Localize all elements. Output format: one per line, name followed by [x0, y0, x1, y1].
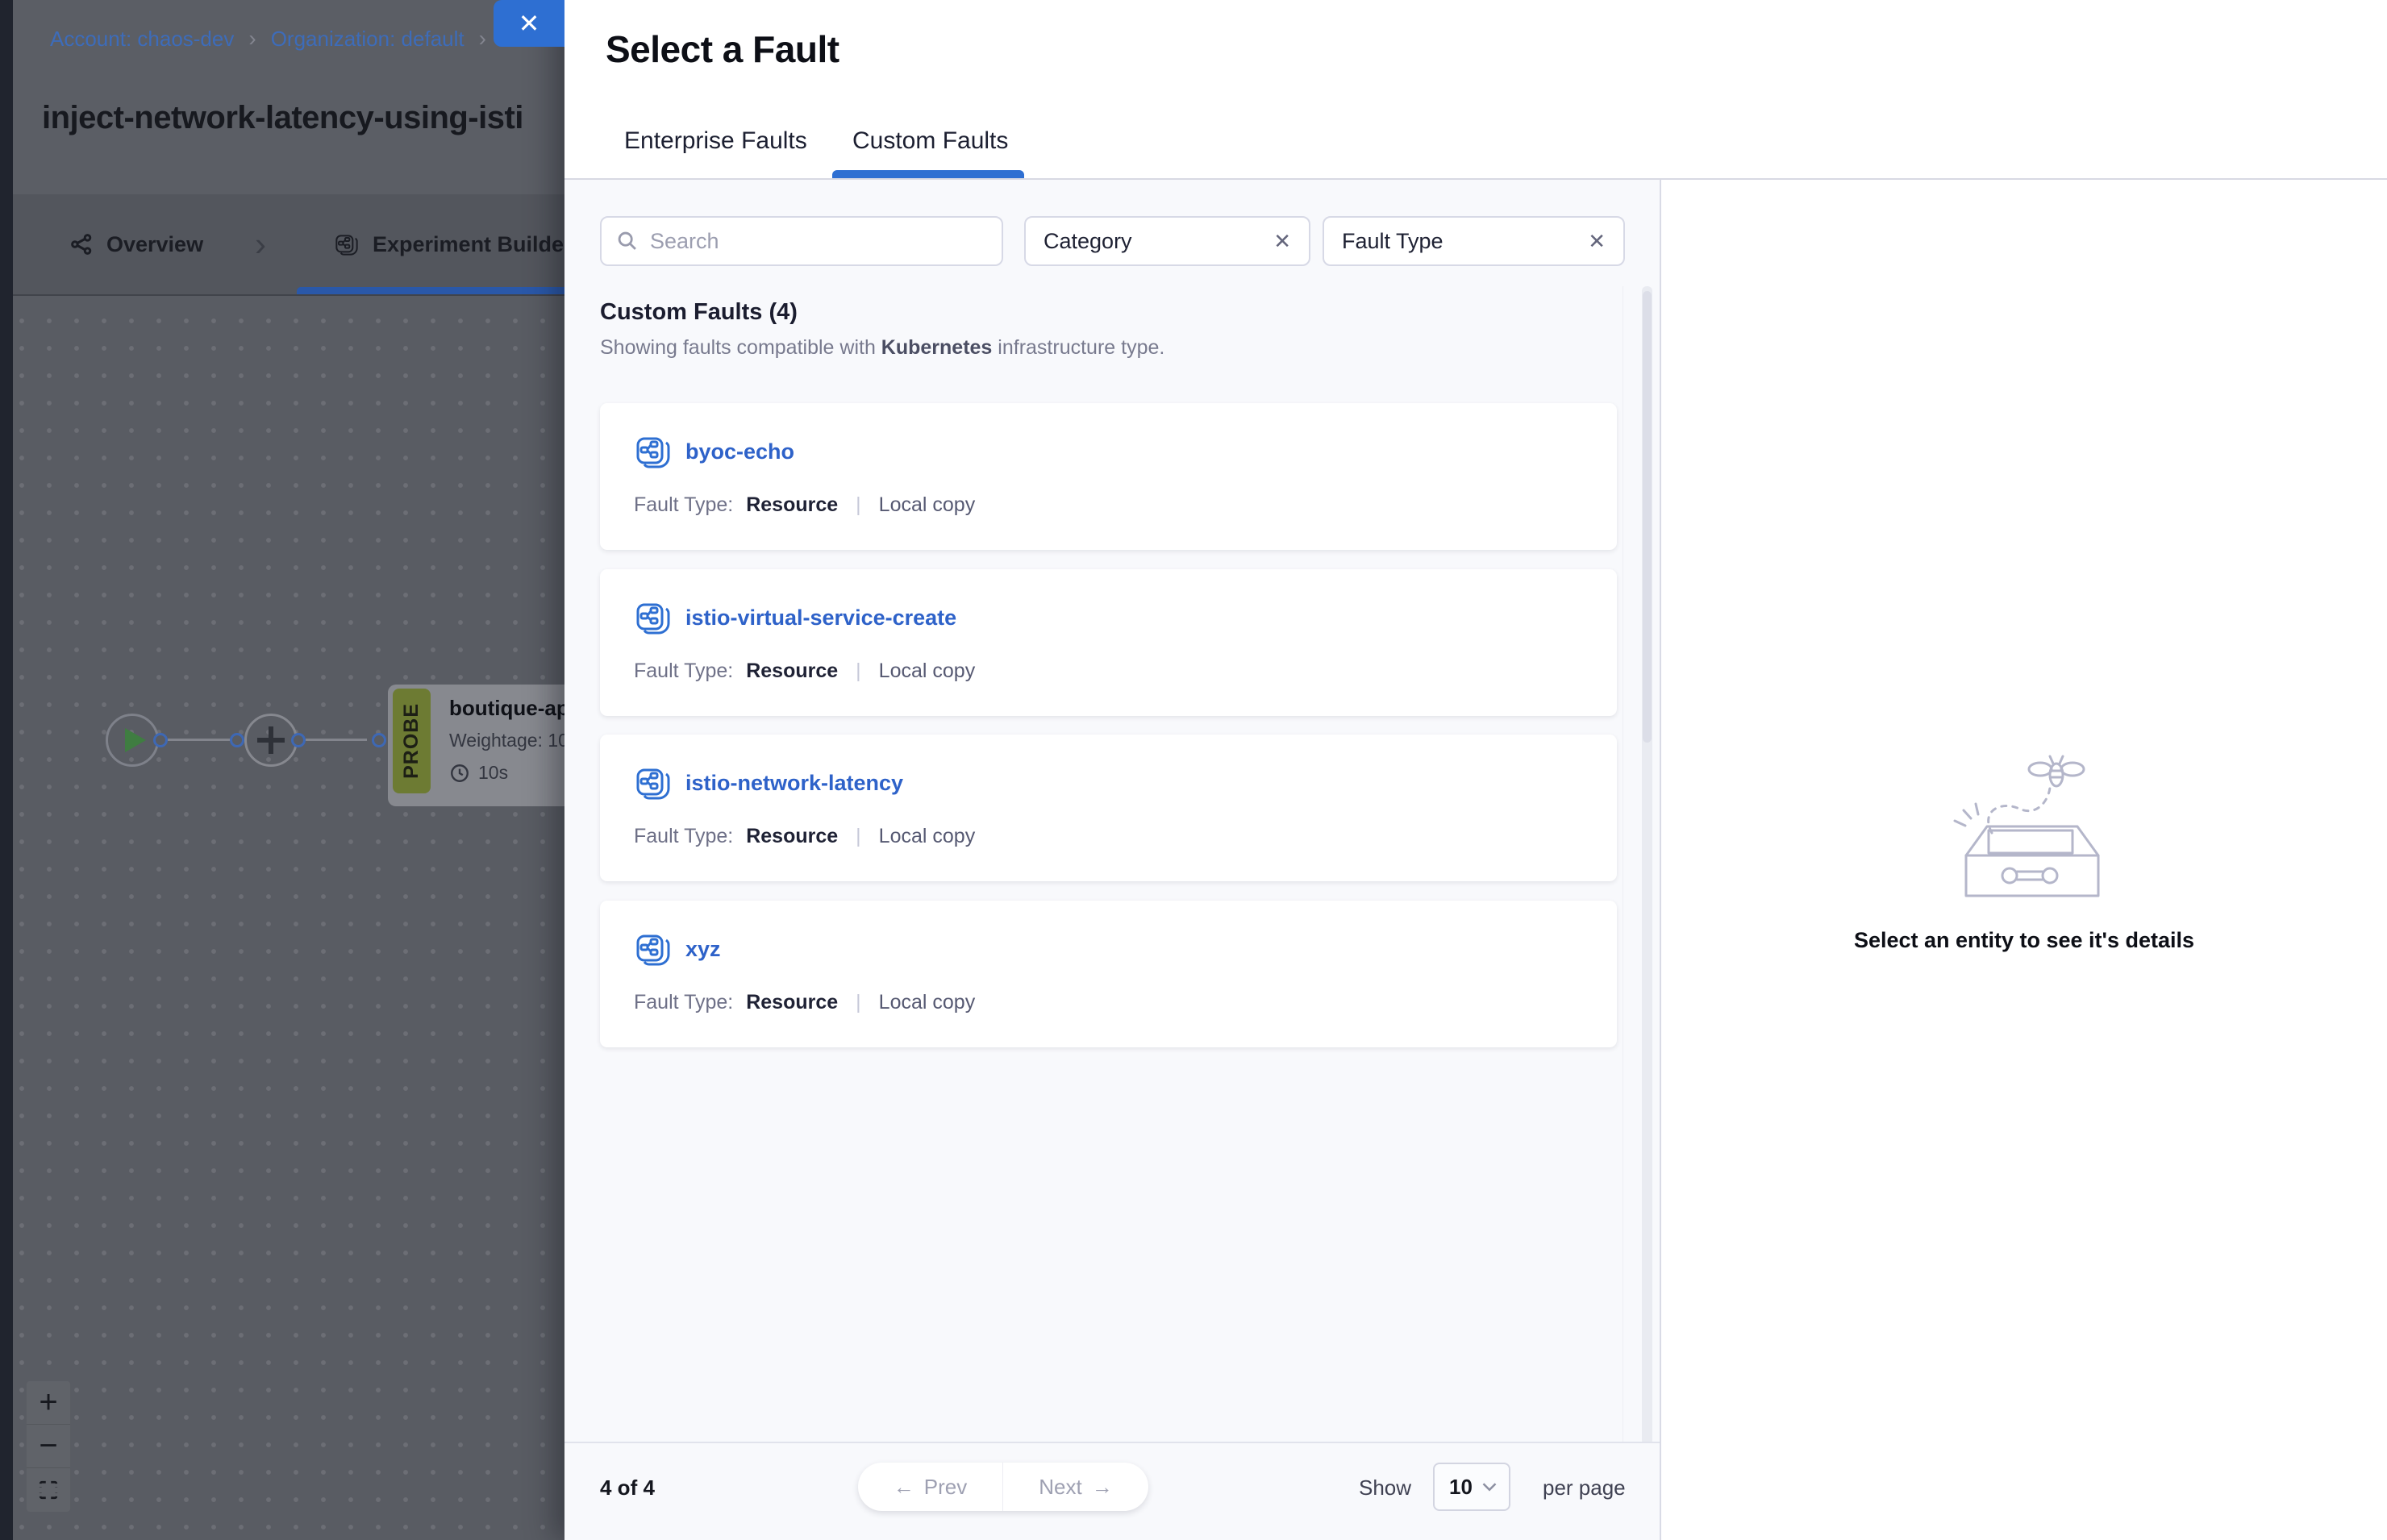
fault-name-link[interactable]: istio-virtual-service-create: [685, 606, 956, 631]
filter-fault-type-label: Fault Type: [1342, 229, 1443, 254]
plus-icon: [269, 726, 273, 754]
active-tab-underline: [297, 287, 577, 294]
arrow-left-icon: ←: [894, 1475, 914, 1500]
active-tab-underline: [832, 170, 1024, 178]
connector-line: [168, 739, 232, 741]
fault-meta: Fault Type:Resource|Local copy: [634, 493, 975, 517]
tab-overview[interactable]: Overview: [69, 194, 203, 294]
next-page-button[interactable]: Next →: [1003, 1463, 1148, 1511]
experiment-title: inject-network-latency-using-isti: [42, 100, 570, 136]
empty-box-illustration: [1935, 744, 2113, 905]
connector-endpoint: [372, 733, 386, 747]
connector-line: [306, 739, 367, 741]
scrollbar-thumb[interactable]: [1643, 291, 1652, 743]
chevron-right-icon: ›: [255, 194, 266, 294]
tab-experiment-builder[interactable]: Experiment Builder: [334, 194, 573, 294]
page-size-value: 10: [1449, 1475, 1473, 1500]
clear-filter-icon[interactable]: ✕: [1588, 229, 1606, 254]
tab-enterprise-faults[interactable]: Enterprise Faults: [624, 127, 807, 169]
fault-meta: Fault Type:Resource|Local copy: [634, 991, 975, 1014]
search-field: [600, 216, 1003, 266]
tab-experiment-builder-label: Experiment Builder: [373, 232, 573, 257]
fault-icon: [634, 598, 673, 637]
select-fault-drawer: ✕ Select a Fault Enterprise Faults Custo…: [564, 0, 2387, 1540]
tab-custom-faults[interactable]: Custom Faults: [852, 127, 1008, 169]
breadcrumb-separator: ›: [479, 26, 486, 52]
empty-state-text: Select an entity to see it's details: [1854, 928, 2194, 953]
scrollbar-track[interactable]: [1642, 286, 1652, 1445]
clock-icon: [449, 763, 470, 784]
fault-icon: [634, 432, 673, 471]
fullscreen-button[interactable]: [27, 1468, 70, 1512]
show-label: Show: [1359, 1475, 1411, 1500]
tab-overview-label: Overview: [106, 232, 203, 257]
per-page-label: per page: [1543, 1475, 1626, 1500]
breadcrumb-separator: ›: [248, 26, 256, 52]
fault-icon: [634, 930, 673, 968]
page-size-select[interactable]: 10: [1433, 1463, 1510, 1511]
list-subtitle: Showing faults compatible with Kubernete…: [600, 336, 1164, 360]
close-icon: ✕: [519, 8, 540, 39]
filter-category[interactable]: Category ✕: [1024, 216, 1310, 266]
connector-endpoint: [230, 733, 244, 747]
connector-endpoint: [153, 733, 168, 747]
fault-card[interactable]: istio-network-latency Fault Type:Resourc…: [600, 735, 1617, 881]
fault-card[interactable]: byoc-echo Fault Type:Resource|Local copy: [600, 403, 1617, 550]
drawer-title: Select a Fault: [606, 27, 839, 71]
clear-filter-icon[interactable]: ✕: [1273, 229, 1291, 254]
probe-badge: PROBE: [393, 689, 431, 793]
filter-fault-type[interactable]: Fault Type ✕: [1323, 216, 1625, 266]
pagination-bar: 4 of 4 ← Prev Next → Show 10: [564, 1442, 1660, 1540]
search-icon: [616, 230, 639, 252]
node-name: boutique-ap: [449, 696, 569, 721]
prev-page-button[interactable]: ← Prev: [858, 1463, 1003, 1511]
canvas-zoom-controls: + −: [27, 1381, 70, 1512]
play-icon: [125, 728, 146, 752]
search-input[interactable]: [650, 229, 987, 254]
pager: ← Prev Next →: [858, 1463, 1148, 1511]
overview-icon: [69, 232, 94, 256]
fault-name-link[interactable]: xyz: [685, 937, 721, 962]
node-weightage: Weightage: 10: [449, 730, 569, 751]
add-step-button[interactable]: [244, 714, 298, 767]
fault-name-link[interactable]: istio-network-latency: [685, 771, 903, 796]
left-nav-rail: [0, 0, 13, 1540]
arrow-right-icon: →: [1092, 1475, 1113, 1500]
close-button[interactable]: ✕: [494, 0, 564, 47]
screen: Account: chaos-dev › Organization: defau…: [0, 0, 2387, 1540]
breadcrumb: Account: chaos-dev › Organization: defau…: [50, 26, 514, 52]
list-heading: Custom Faults (4): [600, 299, 798, 326]
fault-icon: [634, 764, 673, 802]
fault-name-link[interactable]: byoc-echo: [685, 439, 794, 464]
fault-details-panel: Select an entity to see it's details: [1660, 180, 2387, 1540]
zoom-out-button[interactable]: −: [27, 1425, 70, 1468]
node-duration: 10s: [478, 762, 508, 784]
zoom-in-button[interactable]: +: [27, 1381, 70, 1425]
connector-endpoint: [291, 733, 306, 747]
fault-list-panel: Category ✕ Fault Type ✕ Custom Faults (4…: [564, 180, 1660, 1540]
breadcrumb-organization[interactable]: Organization: default: [271, 27, 464, 52]
chevron-down-icon: [1481, 1481, 1498, 1492]
filter-category-label: Category: [1044, 229, 1132, 254]
fault-meta: Fault Type:Resource|Local copy: [634, 660, 975, 683]
page-range-label: 4 of 4: [600, 1475, 655, 1500]
experiment-builder-icon: [334, 231, 360, 257]
pipeline-start-node[interactable]: [106, 714, 159, 767]
breadcrumb-account[interactable]: Account: chaos-dev: [50, 27, 234, 52]
fault-card[interactable]: xyz Fault Type:Resource|Local copy: [600, 901, 1617, 1047]
fault-meta: Fault Type:Resource|Local copy: [634, 825, 975, 848]
fault-card[interactable]: istio-virtual-service-create Fault Type:…: [600, 569, 1617, 716]
